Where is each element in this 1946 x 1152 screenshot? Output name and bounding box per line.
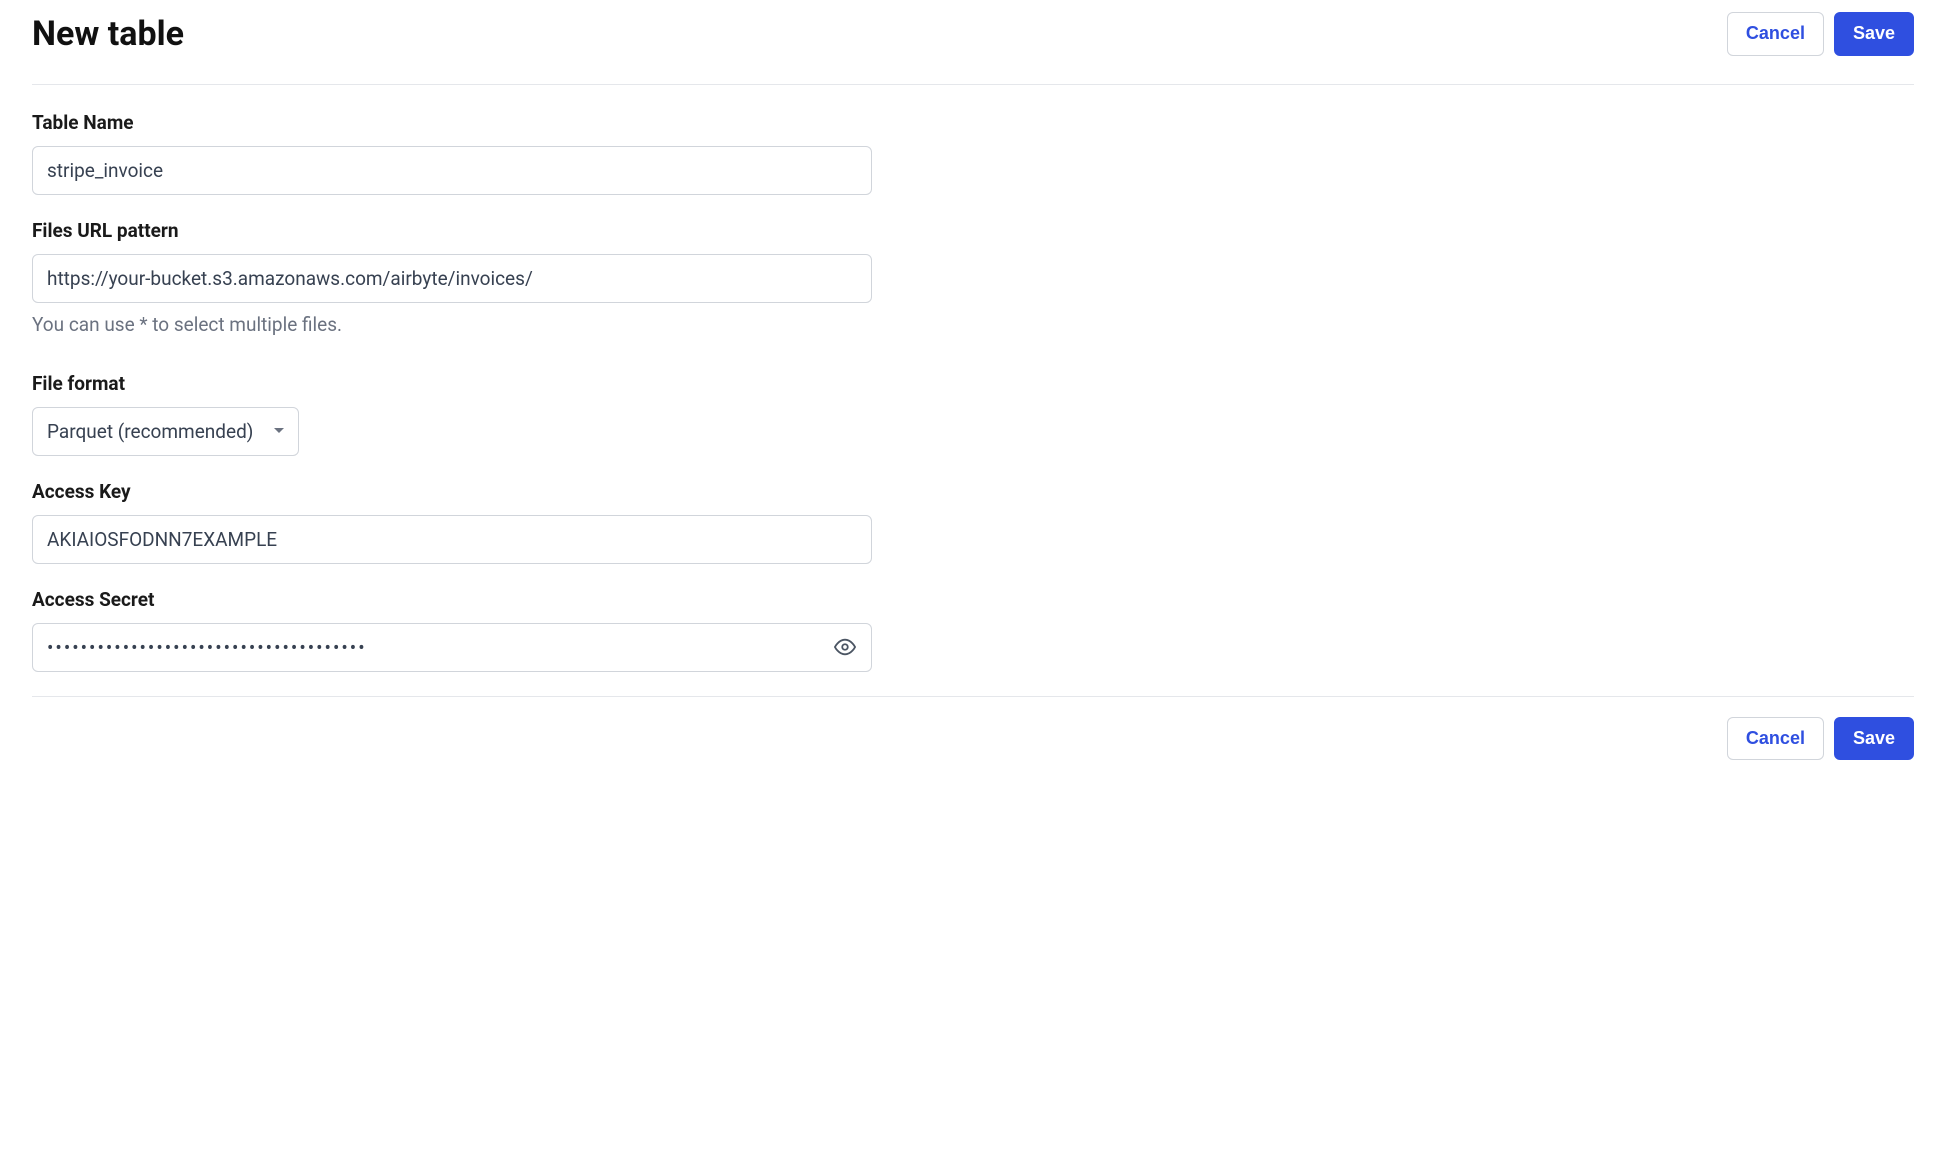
files-url-label: Files URL pattern: [32, 219, 872, 242]
access-key-group: Access Key: [32, 480, 872, 564]
page-title: New table: [32, 14, 184, 54]
header-actions: Cancel Save: [1727, 12, 1914, 56]
table-name-label: Table Name: [32, 111, 872, 134]
access-secret-label: Access Secret: [32, 588, 872, 611]
access-secret-input[interactable]: [32, 623, 872, 672]
file-format-select[interactable]: Parquet (recommended): [32, 407, 299, 456]
file-format-select-wrap: Parquet (recommended): [32, 407, 299, 456]
table-name-group: Table Name: [32, 111, 872, 195]
page-footer: Cancel Save: [32, 696, 1914, 761]
access-secret-group: Access Secret: [32, 588, 872, 672]
file-format-label: File format: [32, 372, 872, 395]
access-key-input[interactable]: [32, 515, 872, 564]
cancel-button-footer[interactable]: Cancel: [1727, 717, 1824, 761]
cancel-button[interactable]: Cancel: [1727, 12, 1824, 56]
table-name-input[interactable]: [32, 146, 872, 195]
files-url-group: Files URL pattern You can use * to selec…: [32, 219, 872, 336]
eye-icon[interactable]: [830, 632, 860, 662]
form-area: Table Name Files URL pattern You can use…: [32, 111, 872, 672]
access-secret-wrap: [32, 623, 872, 672]
files-url-help: You can use * to select multiple files.: [32, 313, 872, 336]
access-key-label: Access Key: [32, 480, 872, 503]
save-button[interactable]: Save: [1834, 12, 1914, 56]
footer-actions: Cancel Save: [1727, 717, 1914, 761]
files-url-input[interactable]: [32, 254, 872, 303]
file-format-group: File format Parquet (recommended): [32, 372, 872, 456]
page-header: New table Cancel Save: [32, 12, 1914, 85]
save-button-footer[interactable]: Save: [1834, 717, 1914, 761]
